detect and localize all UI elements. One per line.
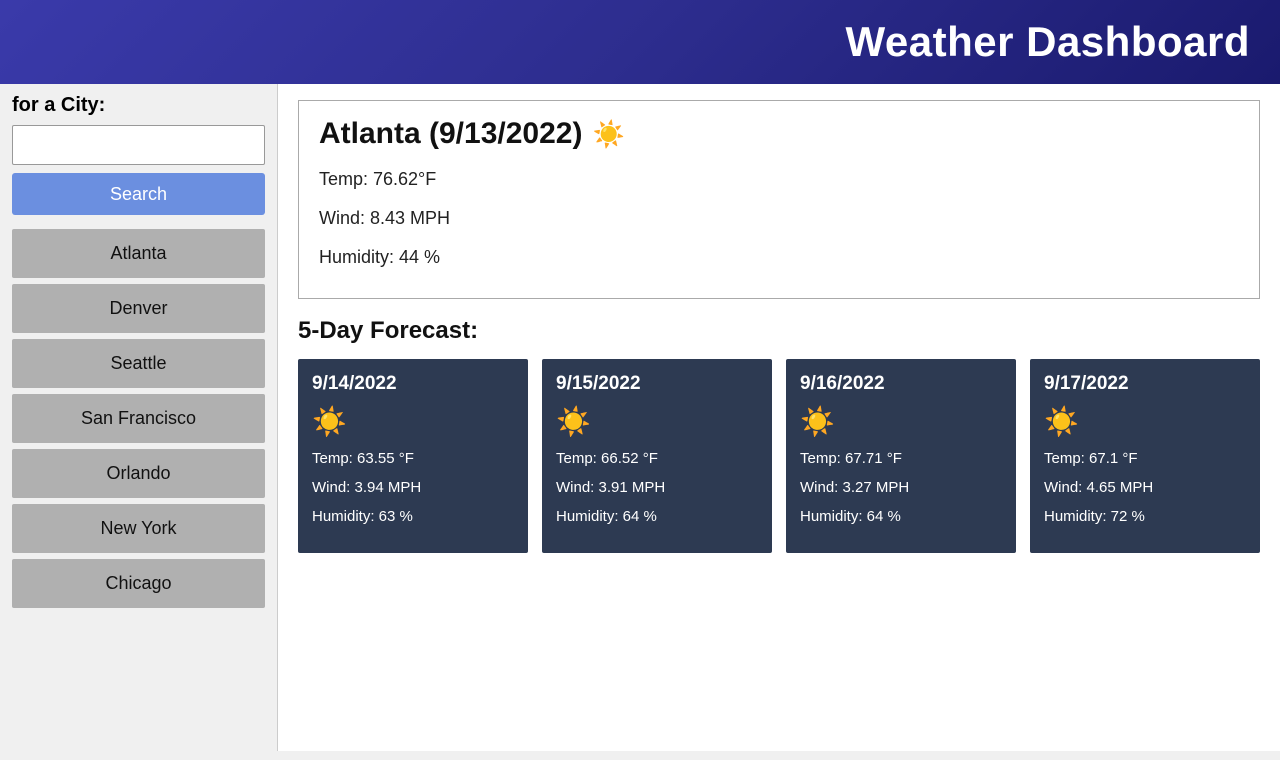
- forecast-label: 5-Day Forecast:: [298, 317, 1260, 345]
- current-city-date-text: Atlanta (9/13/2022): [319, 117, 582, 151]
- forecast-date: 9/16/2022: [800, 373, 1002, 395]
- forecast-temp: Temp: 67.71 °F: [800, 448, 1002, 469]
- forecast-icon: ☀️: [1044, 405, 1246, 438]
- forecast-icon: ☀️: [800, 405, 1002, 438]
- forecast-humidity: Humidity: 72 %: [1044, 506, 1246, 527]
- search-input[interactable]: [12, 125, 265, 165]
- forecast-wind: Wind: 3.94 MPH: [312, 477, 514, 498]
- forecast-temp: Temp: 67.1 °F: [1044, 448, 1246, 469]
- current-weather-card: Atlanta (9/13/2022) ☀️ Temp: 76.62°F Win…: [298, 100, 1260, 299]
- forecast-date: 9/15/2022: [556, 373, 758, 395]
- city-item[interactable]: Atlanta: [12, 229, 265, 278]
- forecast-date: 9/17/2022: [1044, 373, 1246, 395]
- current-temp: Temp: 76.62°F: [319, 165, 1239, 194]
- city-item[interactable]: Seattle: [12, 339, 265, 388]
- city-item[interactable]: Denver: [12, 284, 265, 333]
- search-button[interactable]: Search: [12, 173, 265, 215]
- forecast-temp: Temp: 63.55 °F: [312, 448, 514, 469]
- forecast-wind: Wind: 3.27 MPH: [800, 477, 1002, 498]
- city-item[interactable]: San Francisco: [12, 394, 265, 443]
- city-item[interactable]: Chicago: [12, 559, 265, 608]
- forecast-icon: ☀️: [312, 405, 514, 438]
- content-area: Atlanta (9/13/2022) ☀️ Temp: 76.62°F Win…: [278, 84, 1280, 751]
- city-item[interactable]: New York: [12, 504, 265, 553]
- forecast-humidity: Humidity: 64 %: [800, 506, 1002, 527]
- sidebar: for a City: Search Atlanta Denver Seattle S…: [0, 84, 278, 751]
- forecast-temp: Temp: 66.52 °F: [556, 448, 758, 469]
- app-title: Weather Dashboard: [846, 18, 1251, 65]
- forecast-card: 9/17/2022 ☀️ Temp: 67.1 °F Wind: 4.65 MP…: [1030, 359, 1260, 553]
- forecast-date: 9/14/2022: [312, 373, 514, 395]
- forecast-card: 9/16/2022 ☀️ Temp: 67.71 °F Wind: 3.27 M…: [786, 359, 1016, 553]
- forecast-card: 9/14/2022 ☀️ Temp: 63.55 °F Wind: 3.94 M…: [298, 359, 528, 553]
- forecast-card: 9/15/2022 ☀️ Temp: 66.52 °F Wind: 3.91 M…: [542, 359, 772, 553]
- city-list: Atlanta Denver Seattle San Francisco Orlando…: [12, 229, 265, 608]
- forecast-humidity: Humidity: 64 %: [556, 506, 758, 527]
- current-wind: Wind: 8.43 MPH: [319, 204, 1239, 233]
- forecast-wind: Wind: 4.65 MPH: [1044, 477, 1246, 498]
- forecast-grid: 9/14/2022 ☀️ Temp: 63.55 °F Wind: 3.94 M…: [298, 359, 1260, 553]
- city-item[interactable]: Orlando: [12, 449, 265, 498]
- forecast-humidity: Humidity: 63 %: [312, 506, 514, 527]
- forecast-icon: ☀️: [556, 405, 758, 438]
- search-label: for a City:: [12, 94, 265, 117]
- current-weather-icon: ☀️: [592, 119, 624, 150]
- current-humidity: Humidity: 44 %: [319, 243, 1239, 272]
- forecast-wind: Wind: 3.91 MPH: [556, 477, 758, 498]
- current-city-title: Atlanta (9/13/2022) ☀️: [319, 117, 1239, 151]
- app-header: Weather Dashboard: [0, 0, 1280, 84]
- main-layout: for a City: Search Atlanta Denver Seattle S…: [0, 84, 1280, 751]
